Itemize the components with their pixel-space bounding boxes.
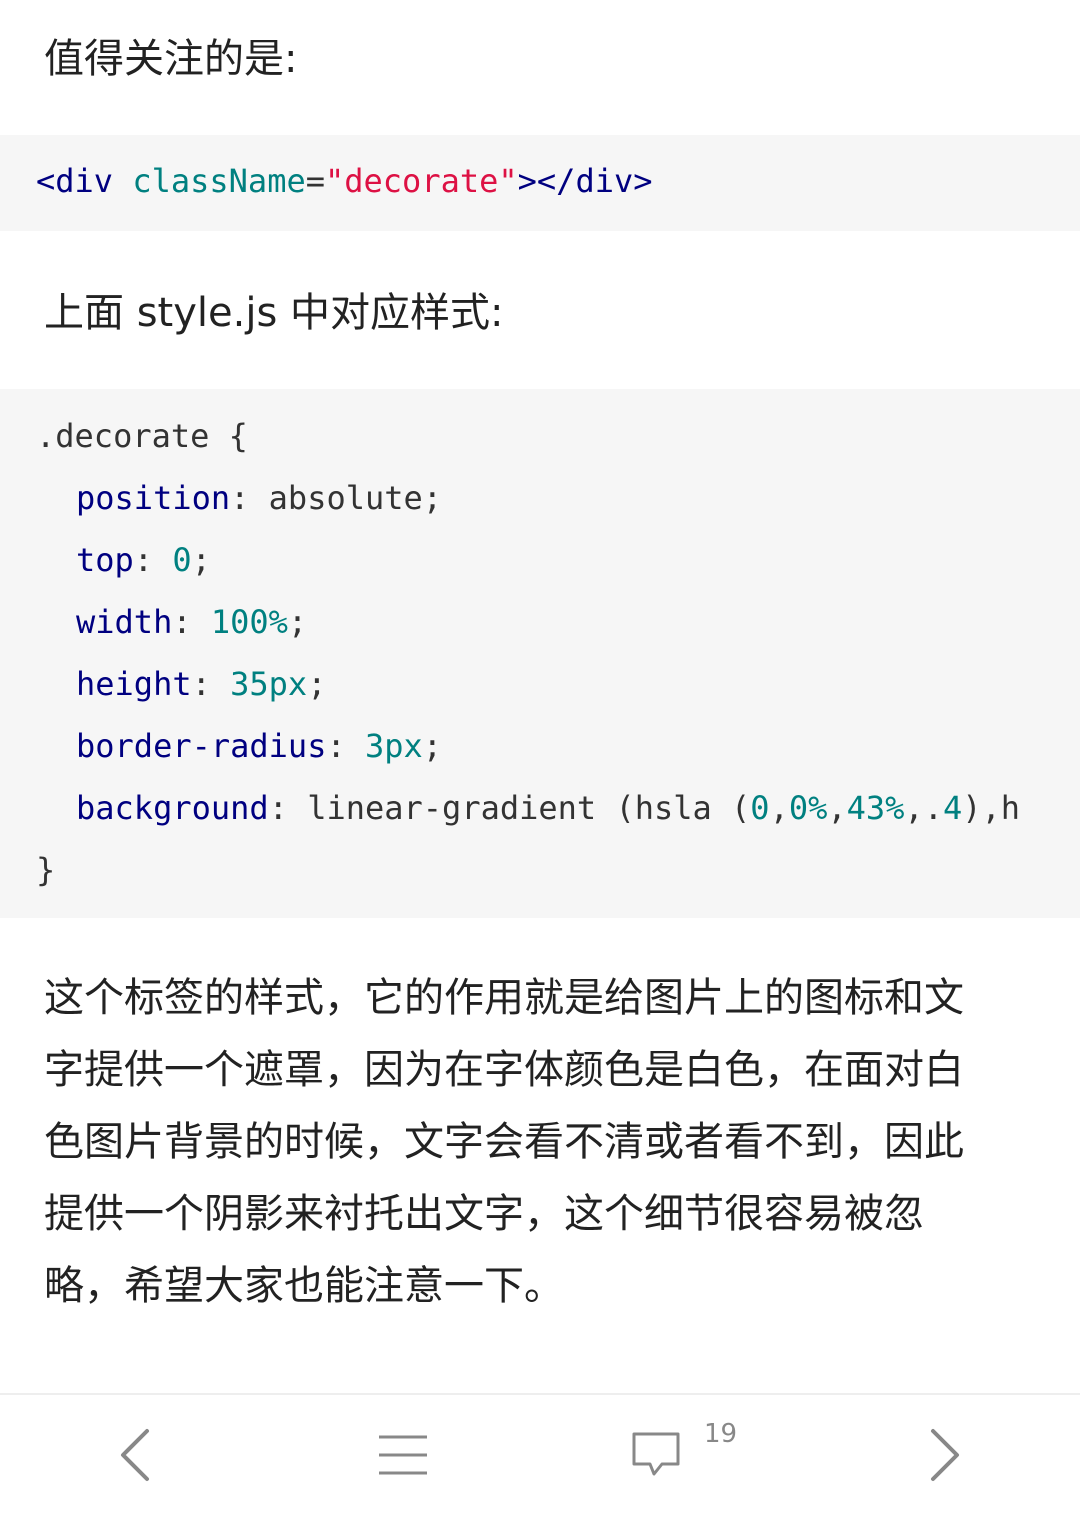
body-line: 字提供一个遮罩，因为在字体颜色是白色，在面对白 [44,1047,964,1093]
code-separator: : [268,789,308,827]
code-value: 100% [210,603,288,641]
forward-button[interactable] [900,1415,990,1495]
body-line: 略，希望大家也能注意一下。 [44,1263,564,1309]
code-punct: , [827,789,847,827]
code-punct: ),h [962,789,1021,827]
menu-icon [379,1435,427,1475]
code-separator: : [172,603,211,641]
comments-button[interactable]: 19 [630,1415,760,1495]
code-semicolon: ; [191,541,211,579]
code-separator: : [191,665,231,703]
code-semicolon: ; [422,727,443,765]
section-heading: 上面 style.js 中对应样式: [44,290,504,336]
code-number: 4 [942,789,963,827]
code-line: <div className="decorate"></div> [36,161,653,201]
code-value: absolute [268,479,423,517]
chevron-left-icon [121,1429,149,1481]
code-property: position [76,479,231,517]
code-closing-brace: } [36,851,56,889]
code-block-css: .decorate { position: absolute; top: 0; … [0,389,1080,918]
chevron-right-icon [931,1429,959,1481]
code-line: width: 100%; [76,602,307,642]
code-number: 0 [750,789,770,827]
code-attr-value: "decorate" [324,162,518,200]
body-line: 这个标签的样式，它的作用就是给图片上的图标和文 [44,975,964,1021]
code-property: width [76,603,173,641]
code-line: border-radius: 3px; [76,726,442,766]
code-block-jsx: <div className="decorate"></div> [0,135,1080,231]
code-selector: .decorate { [36,417,248,455]
body-line: 色图片背景的时候，文字会看不清或者看不到，因此 [44,1119,964,1165]
article-body-paragraph: 这个标签的样式，它的作用就是给图片上的图标和文 字提供一个遮罩，因为在字体颜色是… [44,962,1044,1322]
comment-count-badge: 19 [704,1419,738,1449]
code-semicolon: ; [287,603,308,641]
code-separator: : [326,727,365,765]
code-value: 35px [230,665,308,703]
article-content: 值得关注的是: <div className="decorate"></div>… [0,0,1080,1393]
code-property: background [76,789,269,827]
body-line: 提供一个阴影来衬托出文字，这个细节很容易被忽 [44,1191,924,1237]
menu-button[interactable] [358,1415,448,1495]
code-separator: : [133,541,173,579]
code-equals: = [305,162,325,200]
code-line: top: 0; [76,540,211,580]
code-semicolon: ; [307,665,327,703]
code-tag-close: ></div> [517,162,653,200]
code-tag-open: <div [36,162,114,200]
code-property: height [76,665,192,703]
code-property: top [76,541,134,579]
code-line: height: 35px; [76,664,326,704]
code-number: 0% [788,789,828,827]
code-property: border-radius [76,727,327,765]
code-punct: ,. [904,789,943,827]
back-button[interactable] [90,1415,180,1495]
code-value: 0 [172,541,192,579]
code-line: position: absolute; [76,478,442,518]
bottom-navigation-bar: 19 [0,1393,1080,1513]
code-punct: , [769,789,789,827]
code-line: background: linear-gradient (hsla (0,0%,… [76,788,1020,828]
code-value: linear-gradient (hsla ( [307,789,751,827]
code-attr-name: className [132,162,306,200]
section-heading: 值得关注的是: [44,36,298,82]
code-separator: : [230,479,269,517]
code-number: 43% [846,789,905,827]
code-value: 3px [364,727,423,765]
comment-icon [632,1432,680,1476]
code-semicolon: ; [422,479,443,517]
